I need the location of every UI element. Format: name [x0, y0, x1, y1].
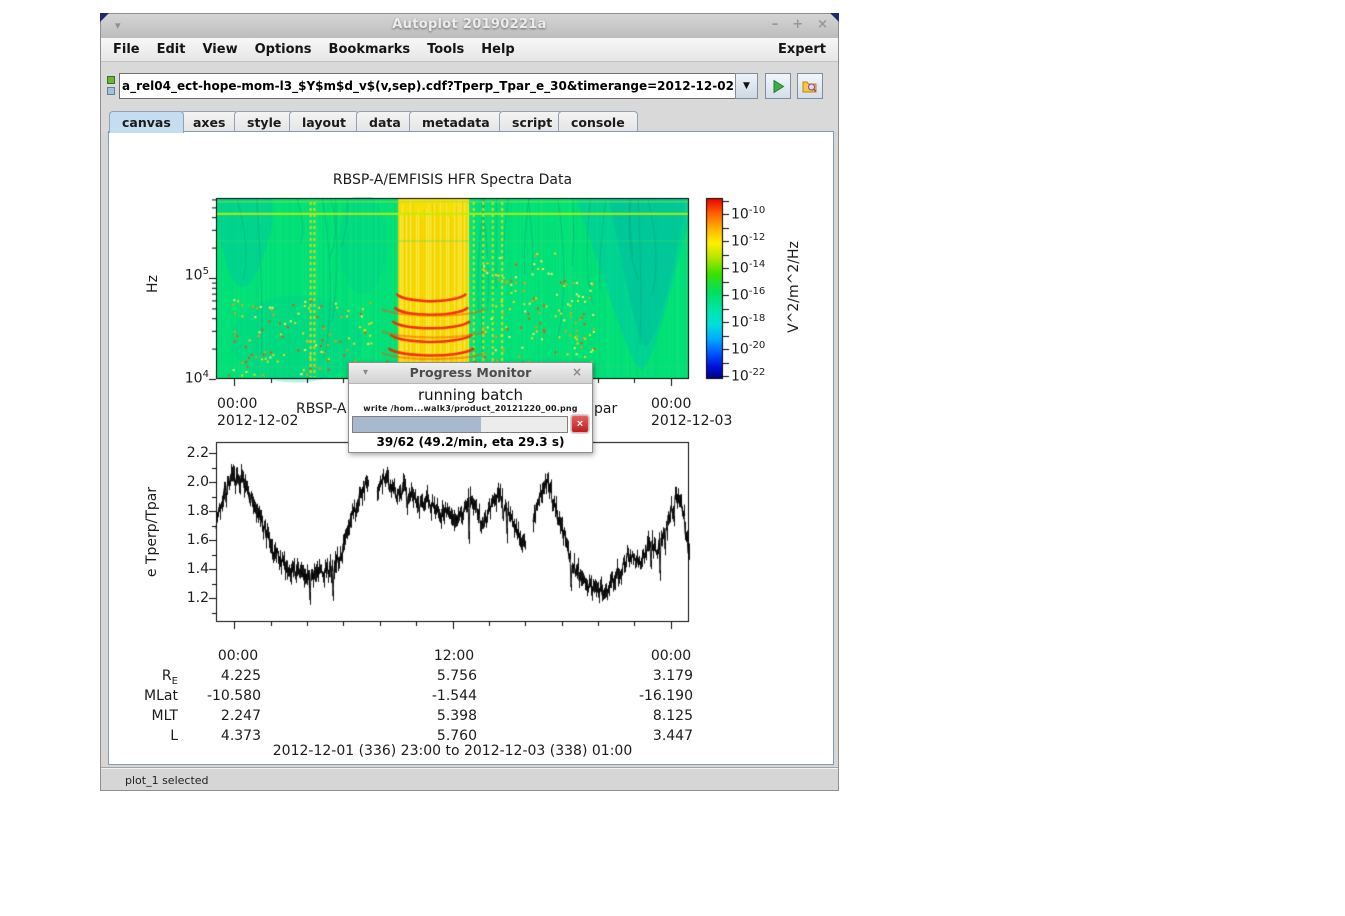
- spectrogram-ylabel: Hz: [145, 264, 161, 304]
- spectrogram-xtick-right-time: 00:00: [651, 396, 691, 412]
- menu-item-tools[interactable]: Tools: [427, 42, 464, 57]
- status-bar: plot_1 selected: [101, 767, 838, 791]
- ephemeris-value: -1.544: [385, 688, 477, 704]
- ephemeris-value: 4.373: [169, 728, 261, 744]
- status-message: plot_1 selected: [125, 774, 209, 787]
- ephemeris-value: 5.398: [385, 708, 477, 724]
- folder-magnifier-icon: [802, 78, 818, 94]
- spectrogram-xtick-left-date: 2012-12-02: [217, 413, 298, 429]
- lineplot-xtick: 12:00: [429, 648, 479, 664]
- ephemeris-value: 8.125: [601, 708, 693, 724]
- spectrogram-ytick-1e4: 104: [161, 369, 209, 387]
- minimize-button[interactable]: –: [772, 17, 779, 32]
- tab-data[interactable]: data: [356, 111, 414, 132]
- progress-dialog-title: Progress Monitor: [349, 365, 592, 380]
- expert-mode-label[interactable]: Expert: [778, 42, 826, 57]
- lineplot-ytick: 1.6: [159, 532, 209, 548]
- maximize-button[interactable]: +: [792, 17, 803, 32]
- ephemeris-value: 3.179: [601, 668, 693, 684]
- play-icon: [771, 79, 786, 94]
- lineplot-ytick: 1.2: [159, 590, 209, 606]
- progress-dialog-titlebar[interactable]: ▾ Progress Monitor ×: [349, 363, 592, 384]
- colorbar[interactable]: [701, 194, 735, 389]
- spectrogram-ytick-1e5: 105: [161, 266, 209, 284]
- progress-task-label: running batch: [349, 386, 592, 404]
- ephemeris-value: 5.760: [385, 728, 477, 744]
- menu-bar: File Edit View Options Bookmarks Tools H…: [101, 38, 838, 62]
- cancel-x-icon: ×: [577, 418, 583, 430]
- lineplot-xtick: 00:00: [213, 648, 263, 664]
- colorbar-tick-label: 10-14: [731, 259, 765, 277]
- tab-metadata[interactable]: metadata: [409, 111, 503, 132]
- window-corner-decoration: [830, 13, 839, 22]
- ephemeris-value: 3.447: [601, 728, 693, 744]
- timerange-label: 2012-12-01 (336) 23:00 to 2012-12-03 (33…: [216, 743, 689, 759]
- window-titlebar[interactable]: ▾ Autoplot 20190221a – + ×: [101, 14, 838, 39]
- tab-style[interactable]: style: [234, 111, 294, 132]
- cancel-button[interactable]: ×: [571, 415, 589, 433]
- tab-layout[interactable]: layout: [289, 111, 359, 132]
- window-title: Autoplot 20190221a: [101, 17, 838, 32]
- progress-detail-label: write /hom...walk3/product_20121220_00.p…: [349, 404, 592, 413]
- address-row: ▼: [101, 62, 838, 110]
- spectrogram-title: RBSP-A/EMFISIS HFR Spectra Data: [216, 172, 689, 188]
- close-button[interactable]: ×: [817, 17, 828, 32]
- ephemeris-value: 2.247: [169, 708, 261, 724]
- chevron-down-icon: ▼: [743, 81, 750, 91]
- lineplot-ytick: 2.0: [159, 474, 209, 490]
- menu-item-view[interactable]: View: [202, 42, 237, 57]
- colorbar-tick-label: 10-10: [731, 205, 765, 223]
- timeseries-plot[interactable]: [188, 435, 708, 645]
- progress-monitor-dialog: ▾ Progress Monitor × running batch write…: [348, 362, 593, 453]
- menu-item-bookmarks[interactable]: Bookmarks: [329, 42, 411, 57]
- spectrogram-xtick-right-date: 2012-12-03: [651, 413, 732, 429]
- ephemeris-value: 4.225: [169, 668, 261, 684]
- tab-script[interactable]: script: [499, 111, 565, 132]
- progress-stats-label: 39/62 (49.2/min, eta 29.3 s): [349, 434, 592, 452]
- datasource-type-icon[interactable]: [107, 87, 115, 95]
- progress-bar: [352, 416, 568, 433]
- tab-canvas[interactable]: canvas: [109, 111, 184, 133]
- ephemeris-value: -16.190: [601, 688, 693, 704]
- colorbar-tick-label: 10-16: [731, 286, 765, 304]
- colorbar-unit-label: V^2/m^2/Hz: [786, 227, 816, 347]
- window-corner-decoration: [100, 13, 109, 22]
- close-icon[interactable]: ×: [572, 365, 582, 379]
- colorbar-tick-label: 10-20: [731, 340, 765, 358]
- colorbar-tick-label: 10-18: [731, 313, 765, 331]
- colorbar-tick-label: 10-12: [731, 232, 765, 250]
- lineplot-title-fragment-left: RBSP-A: [296, 401, 346, 417]
- tab-bar: canvas axes style layout data metadata s…: [101, 110, 838, 132]
- lineplot-ytick: 1.8: [159, 503, 209, 519]
- lineplot-title-fragment-right: par: [594, 401, 617, 417]
- tab-console[interactable]: console: [558, 111, 638, 132]
- lineplot-ytick: 1.4: [159, 561, 209, 577]
- ephemeris-value: 5.756: [385, 668, 477, 684]
- progress-fill: [353, 417, 481, 432]
- colorbar-tick-label: 10-22: [731, 367, 765, 385]
- menu-item-options[interactable]: Options: [255, 42, 312, 57]
- spectrogram-xtick-left-time: 00:00: [217, 396, 257, 412]
- menu-item-file[interactable]: File: [113, 42, 140, 57]
- lineplot-xtick: 00:00: [646, 648, 696, 664]
- uri-input[interactable]: [119, 73, 735, 99]
- lineplot-ytick: 2.2: [159, 445, 209, 461]
- go-button[interactable]: [765, 73, 791, 99]
- uri-dropdown-button[interactable]: ▼: [735, 73, 758, 99]
- menu-item-edit[interactable]: Edit: [157, 42, 186, 57]
- ephemeris-value: -10.580: [169, 688, 261, 704]
- datasource-status-icon[interactable]: [107, 76, 115, 84]
- inspect-file-button[interactable]: [797, 73, 823, 99]
- menu-item-help[interactable]: Help: [481, 42, 514, 57]
- autoplot-window: ▾ Autoplot 20190221a – + × File Edit Vie…: [100, 13, 839, 791]
- tab-axes[interactable]: axes: [180, 111, 238, 132]
